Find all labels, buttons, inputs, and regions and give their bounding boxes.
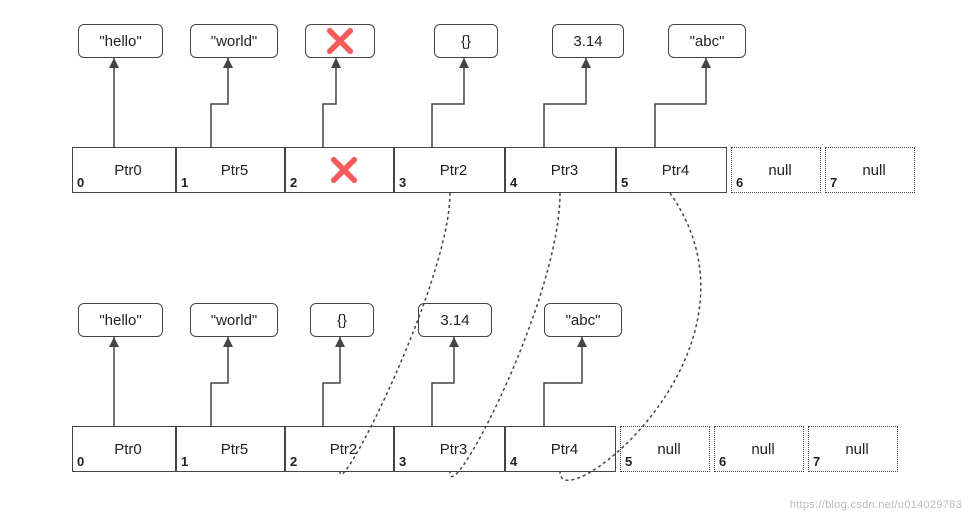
value-label: "abc" [690,33,725,50]
slot-label: null [715,427,803,471]
slot-label: null [809,427,897,471]
slot-label: Ptr0 [73,148,175,192]
value-label: "world" [211,33,258,50]
array-slot: 2 [285,147,394,193]
array-slot: 6null [731,147,821,193]
array-slot: 0Ptr0 [72,426,176,472]
slot-label: null [826,148,914,192]
value-label: {} [461,33,471,50]
value-label: "hello" [99,33,141,50]
slot-label: Ptr5 [177,148,284,192]
slot-label: null [732,148,820,192]
slot-label: Ptr4 [506,427,615,471]
array-slot: 7null [825,147,915,193]
array-slot: 7null [808,426,898,472]
value-label: 3.14 [573,33,602,50]
value-label: "abc" [566,312,601,329]
value-box: "world" [190,24,278,58]
value-box: {} [434,24,498,58]
x-icon [330,156,358,184]
value-box [305,24,375,58]
value-label: {} [337,312,347,329]
value-box: 3.14 [418,303,492,337]
array-slot: 6null [714,426,804,472]
value-box: 3.14 [552,24,624,58]
slot-label: Ptr3 [395,427,504,471]
array-slot: 5Ptr4 [616,147,727,193]
value-label: "world" [211,312,258,329]
array-slot: 0Ptr0 [72,147,176,193]
value-label: "hello" [99,312,141,329]
array-slot: 4Ptr3 [505,147,616,193]
value-label: 3.14 [440,312,469,329]
value-box: "hello" [78,303,163,337]
slot-label: null [621,427,709,471]
slot-label [286,148,393,192]
array-slot: 3Ptr3 [394,426,505,472]
slot-label: Ptr2 [286,427,393,471]
value-box: "world" [190,303,278,337]
value-box: "abc" [668,24,746,58]
slot-label: Ptr0 [73,427,175,471]
slot-label: Ptr4 [617,148,726,192]
value-box: {} [310,303,374,337]
x-icon [326,27,354,55]
watermark: https://blog.csdn.net/u014029783 [790,499,962,511]
array-slot: 3Ptr2 [394,147,505,193]
slot-label: Ptr3 [506,148,615,192]
array-slot: 4Ptr4 [505,426,616,472]
value-box: "abc" [544,303,622,337]
array-slot: 5null [620,426,710,472]
slot-label: Ptr5 [177,427,284,471]
slot-label: Ptr2 [395,148,504,192]
array-slot: 1Ptr5 [176,147,285,193]
value-box: "hello" [78,24,163,58]
array-slot: 2Ptr2 [285,426,394,472]
array-slot: 1Ptr5 [176,426,285,472]
